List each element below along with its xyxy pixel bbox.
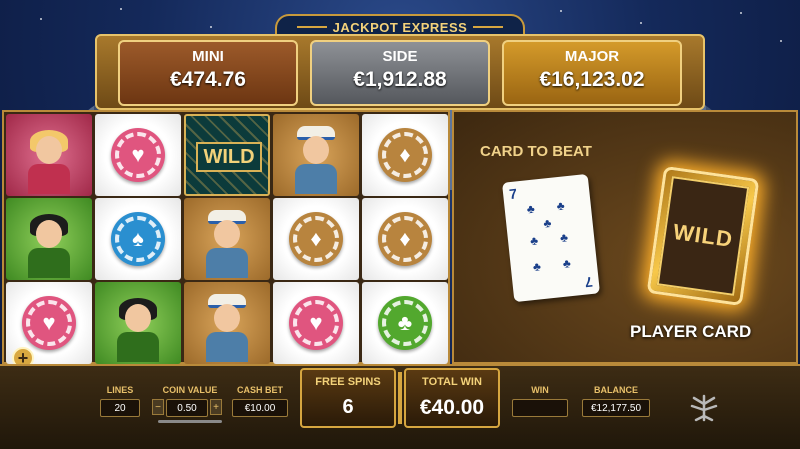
lines-label: LINES bbox=[106, 385, 134, 395]
symbol-conductor bbox=[273, 114, 359, 196]
symbol-conductor bbox=[184, 282, 270, 364]
showgirl-dark-icon bbox=[115, 290, 161, 362]
symbol-showgirl-dark bbox=[95, 282, 181, 364]
star bbox=[740, 12, 742, 14]
wild-label: WILD bbox=[196, 142, 262, 172]
free-spins-panel: FREE SPINS 6 bbox=[300, 368, 396, 428]
symbol-showgirl-dark bbox=[6, 198, 92, 280]
win-value bbox=[512, 399, 568, 417]
club-pip-icon: ♣ bbox=[526, 201, 536, 217]
title-ornament bbox=[296, 26, 327, 28]
symbol-diamond-chip: ♦ bbox=[362, 198, 448, 280]
player-card[interactable]: WILD bbox=[646, 165, 760, 307]
cash-bet-value: €10.00 bbox=[232, 399, 288, 417]
jackpot-major: MAJOR €16,123.02 bbox=[502, 40, 682, 106]
coin-value: 0.50 bbox=[166, 399, 208, 417]
star bbox=[120, 8, 122, 10]
star bbox=[780, 40, 782, 42]
face bbox=[214, 220, 240, 248]
symbol-wild: WILD bbox=[184, 114, 270, 196]
jackpot-mini-label: MINI bbox=[192, 48, 224, 65]
symbol-heart-chip: ♥ bbox=[95, 114, 181, 196]
symbol-spade-chip: ♠ bbox=[95, 198, 181, 280]
card-to-beat-label: CARD TO BEAT bbox=[480, 143, 592, 160]
face bbox=[303, 136, 329, 164]
game-title: JACKPOT EXPRESS bbox=[332, 19, 468, 35]
balance-value: €12,177.50 bbox=[582, 399, 650, 417]
total-win-value: €40.00 bbox=[419, 396, 485, 419]
star bbox=[210, 26, 212, 28]
club-pip-icon: ♣ bbox=[542, 215, 553, 231]
diamond-chip-icon: ♦ bbox=[378, 212, 432, 266]
player-card-back: WILD bbox=[656, 176, 750, 296]
coin-value-decrease-button[interactable]: − bbox=[152, 399, 164, 415]
cash-bet-label: CASH BET bbox=[236, 385, 283, 395]
conductor-icon bbox=[204, 206, 250, 278]
symbol-diamond-chip: ♦ bbox=[362, 114, 448, 196]
jacket bbox=[206, 332, 248, 362]
free-spins-value: 6 bbox=[342, 396, 354, 418]
club-pip-icon: ♣ bbox=[532, 259, 542, 275]
symbol-showgirl-blonde bbox=[6, 114, 92, 196]
club-pip-icon: ♣ bbox=[555, 198, 566, 214]
yggdrasil-tree-logo-icon bbox=[690, 394, 718, 422]
jackpot-major-label: MAJOR bbox=[564, 48, 620, 65]
club-pip-icon: ♣ bbox=[562, 256, 572, 271]
symbol-club-chip: ♣ bbox=[362, 282, 448, 364]
coin-value-label: COIN VALUE bbox=[162, 385, 218, 395]
coin-value-increase-button[interactable]: + bbox=[210, 399, 222, 415]
showgirl-dark-icon bbox=[26, 206, 72, 278]
dress bbox=[28, 248, 70, 278]
heart-chip-icon: ♥ bbox=[111, 128, 165, 182]
star bbox=[640, 22, 642, 24]
card-to-beat: 7 7 ♣ ♣ ♣ ♣ ♣ ♣ ♣ bbox=[501, 173, 601, 303]
player-card-label: PLAYER CARD bbox=[630, 322, 752, 341]
coin-value-slider[interactable] bbox=[158, 420, 222, 423]
title-ornament bbox=[473, 26, 504, 28]
conductor-icon bbox=[293, 122, 339, 194]
jackpot-mini: MINI €474.76 bbox=[118, 40, 298, 106]
star bbox=[40, 18, 42, 20]
card-rank-bottom: 7 bbox=[584, 273, 594, 291]
jackpot-side: SIDE €1,912.88 bbox=[310, 40, 490, 106]
jackpot-mini-value: €474.76 bbox=[170, 68, 246, 91]
win-label: WIN bbox=[531, 385, 549, 395]
heart-chip-icon: ♥ bbox=[289, 296, 343, 350]
diamond-chip-icon: ♦ bbox=[378, 128, 432, 182]
club-pip-icon: ♣ bbox=[559, 230, 569, 246]
club-pip-icon: ♣ bbox=[529, 233, 539, 249]
diamond-chip-icon: ♦ bbox=[289, 212, 343, 266]
total-win-panel: TOTAL WIN €40.00 bbox=[404, 368, 500, 428]
club-chip-icon: ♣ bbox=[378, 296, 432, 350]
reel-grid: ♥ ♥ ♠ WILD ♦ ♥ ♦ ♦ ♣ bbox=[2, 110, 450, 364]
conductor-icon bbox=[204, 290, 250, 362]
free-spins-label: FREE SPINS bbox=[315, 376, 381, 388]
spade-chip-icon: ♠ bbox=[111, 212, 165, 266]
face bbox=[214, 304, 240, 332]
dress bbox=[28, 164, 70, 194]
symbol-conductor bbox=[184, 198, 270, 280]
heart-chip-icon: ♥ bbox=[22, 296, 76, 350]
jackpot-major-value: €16,123.02 bbox=[539, 68, 645, 91]
lines-value[interactable]: 20 bbox=[100, 399, 140, 417]
total-win-label: TOTAL WIN bbox=[422, 376, 482, 388]
jacket bbox=[295, 164, 337, 194]
face bbox=[36, 220, 62, 248]
face bbox=[125, 304, 151, 332]
panel-divider bbox=[398, 372, 402, 424]
face bbox=[36, 136, 62, 164]
symbol-heart-chip: ♥ bbox=[273, 282, 359, 364]
jackpot-side-label: SIDE bbox=[382, 48, 418, 65]
dress bbox=[117, 332, 159, 362]
jackpot-side-value: €1,912.88 bbox=[353, 68, 447, 91]
jacket bbox=[206, 248, 248, 278]
showgirl-blonde-icon bbox=[26, 122, 72, 194]
symbol-diamond-chip: ♦ bbox=[273, 198, 359, 280]
card-rank-top: 7 bbox=[508, 185, 518, 203]
star bbox=[560, 10, 562, 12]
balance-label: BALANCE bbox=[594, 385, 638, 395]
player-card-wild-text: WILD bbox=[671, 218, 735, 253]
